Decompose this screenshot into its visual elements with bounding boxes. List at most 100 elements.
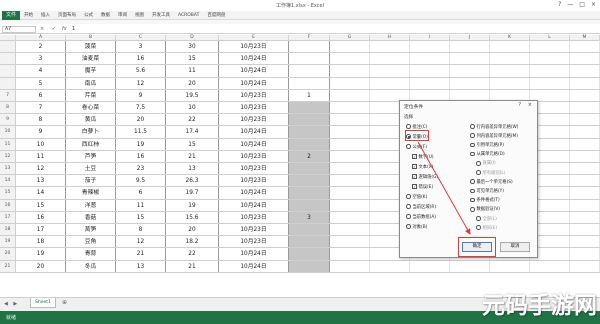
cell-f[interactable]	[289, 224, 330, 236]
cell-empty[interactable]	[410, 260, 450, 272]
cell-empty[interactable]	[330, 138, 370, 150]
cell-empty[interactable]	[570, 41, 600, 53]
dialog-help-icon[interactable]: ?	[518, 102, 521, 108]
cell-empty[interactable]	[570, 102, 600, 114]
dialog-option[interactable]: 行内容差异单元格(W)	[470, 123, 518, 130]
cell-e[interactable]: 10月24日	[219, 138, 289, 150]
cell-empty[interactable]	[570, 138, 600, 150]
cell-c[interactable]: 19	[116, 138, 166, 150]
cell-c[interactable]: 13	[116, 260, 166, 272]
row-number[interactable]: 10	[0, 126, 16, 138]
maximize-icon[interactable]: □	[579, 1, 585, 8]
radio-icon[interactable]	[476, 216, 481, 221]
row-number[interactable]: 13	[0, 163, 16, 175]
formula-input[interactable]: 1	[72, 26, 75, 32]
cell-a[interactable]: 7	[16, 102, 66, 114]
add-sheet-icon[interactable]: ⊕	[62, 299, 67, 306]
cell-empty[interactable]	[490, 65, 530, 77]
cell-d[interactable]: 11	[166, 65, 219, 77]
row-number[interactable]: 17	[0, 211, 16, 223]
cell-d[interactable]: 26.3	[166, 175, 219, 187]
ribbon-tab[interactable]: 视图	[135, 11, 144, 20]
cell-f[interactable]: 2	[289, 150, 330, 162]
cell-a[interactable]: 17	[16, 224, 66, 236]
cell-a[interactable]: 15	[16, 199, 66, 211]
sheet-tab-sheet1[interactable]: Sheet1	[30, 298, 56, 308]
cell-empty[interactable]	[330, 102, 370, 114]
dialog-option[interactable]: ✓ 逻辑值(G)	[412, 173, 438, 180]
cell-c[interactable]: 8	[116, 224, 166, 236]
cell-empty[interactable]	[450, 53, 490, 65]
radio-icon[interactable]	[476, 225, 481, 230]
radio-icon[interactable]	[470, 179, 475, 184]
cell-b[interactable]: 西红柿	[66, 138, 116, 150]
row-number[interactable]: 14	[0, 175, 16, 187]
radio-icon[interactable]	[406, 204, 411, 209]
cell-empty[interactable]	[330, 41, 370, 53]
cell-d[interactable]: 15	[166, 53, 219, 65]
ribbon-tab[interactable]: 插入	[41, 11, 50, 20]
cell-empty[interactable]	[570, 236, 600, 248]
cell-c[interactable]: 11	[116, 199, 166, 211]
cell-empty[interactable]	[570, 199, 600, 211]
cell-empty[interactable]	[330, 211, 370, 223]
cell-empty[interactable]	[490, 77, 530, 89]
cell-empty[interactable]	[330, 53, 370, 65]
cell-empty[interactable]	[530, 53, 570, 65]
cell-empty[interactable]	[450, 41, 490, 53]
cell-empty[interactable]	[450, 77, 490, 89]
cell-empty[interactable]	[570, 260, 600, 272]
row-number[interactable]	[0, 53, 16, 65]
dialog-option[interactable]: 公式(F)	[406, 143, 427, 150]
cell-empty[interactable]	[410, 65, 450, 77]
cell-empty[interactable]	[570, 53, 600, 65]
cell-f[interactable]	[289, 236, 330, 248]
cell-empty[interactable]	[370, 41, 410, 53]
cell-f[interactable]	[289, 41, 330, 53]
cell-c[interactable]: 23	[116, 163, 166, 175]
cell-b[interactable]: 南瓜	[66, 77, 116, 89]
radio-icon[interactable]	[470, 133, 475, 138]
row-number[interactable]: 15	[0, 187, 16, 199]
cell-c[interactable]: 20	[116, 114, 166, 126]
cell-empty[interactable]	[490, 41, 530, 53]
ribbon-tab[interactable]: 数据	[101, 11, 110, 20]
cell-f[interactable]	[289, 53, 330, 65]
cell-e[interactable]: 10月24日	[219, 260, 289, 272]
dialog-option[interactable]: ✓ 错误(E)	[412, 183, 433, 190]
minimize-icon[interactable]: —	[567, 1, 573, 8]
cell-c[interactable]: 9	[116, 89, 166, 101]
cell-a[interactable]: 20	[16, 260, 66, 272]
cell-empty[interactable]	[330, 126, 370, 138]
row-number[interactable]	[0, 77, 16, 89]
checkbox-icon[interactable]: ✓	[412, 164, 417, 169]
cell-empty[interactable]	[330, 260, 370, 272]
cancel-button[interactable]: 取消	[500, 242, 530, 252]
cell-empty[interactable]	[570, 224, 600, 236]
ribbon-tab[interactable]: 开发工具	[152, 11, 170, 20]
dialog-option[interactable]: 从属单元格(D)	[470, 151, 505, 158]
cell-f[interactable]	[289, 65, 330, 77]
radio-icon[interactable]	[470, 124, 475, 129]
cell-empty[interactable]	[530, 41, 570, 53]
cell-a[interactable]: 18	[16, 236, 66, 248]
dialog-option[interactable]: ✓ 文本(X)	[412, 163, 433, 170]
cell-b[interactable]: 洋葱	[66, 199, 116, 211]
dialog-option[interactable]: 最后一个单元格(S)	[470, 178, 513, 185]
cell-c[interactable]: 21	[116, 248, 166, 260]
cell-empty[interactable]	[450, 65, 490, 77]
cell-e[interactable]: 10月24日	[219, 77, 289, 89]
cell-d[interactable]: 15	[166, 138, 219, 150]
cell-d[interactable]: 15.6	[166, 211, 219, 223]
cell-empty[interactable]	[570, 65, 600, 77]
cell-e[interactable]: 10月23日	[219, 102, 289, 114]
close-icon[interactable]: ×	[591, 1, 596, 8]
row-number[interactable]: 16	[0, 199, 16, 211]
cell-e[interactable]: 10月24日	[219, 187, 289, 199]
formula-cancel-confirm-icons[interactable]: × ✓	[40, 26, 59, 32]
cell-empty[interactable]	[570, 163, 600, 175]
name-box[interactable]: A7	[2, 26, 36, 33]
ribbon-tab[interactable]: 页面布局	[58, 11, 76, 20]
cell-b[interactable]: 芹菜	[66, 89, 116, 101]
row-number[interactable]: 20	[0, 248, 16, 260]
